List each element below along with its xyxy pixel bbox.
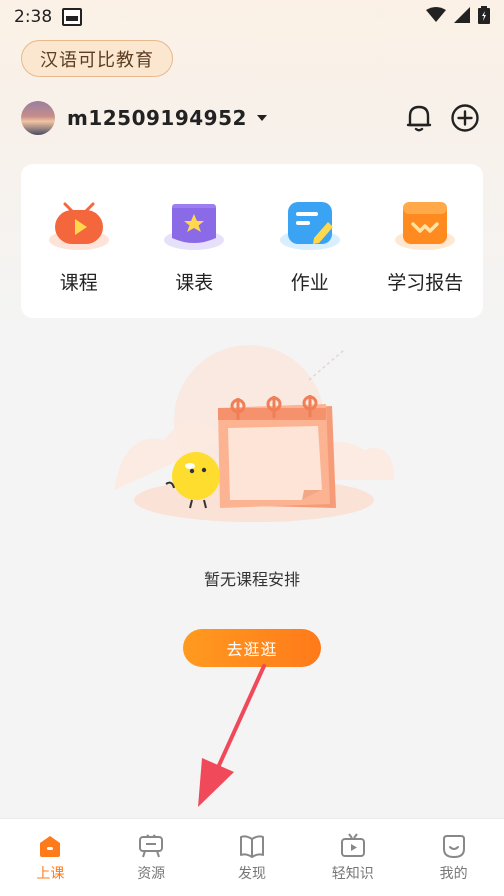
empty-state-text: 暂无课程安排 [203,570,300,589]
menu-item-report[interactable]: 学习报告 [375,194,475,318]
timetable-icon [164,204,225,250]
tab-mine[interactable]: 我的 [403,819,504,896]
notification-app-icon [62,8,83,26]
bell-icon[interactable] [405,103,433,133]
tab-label: 资源 [137,866,166,882]
tab-label: 我的 [439,866,468,882]
bottom-tab-bar: 上课 资源 发现 轻知识 我的 [0,818,504,896]
add-circle-icon[interactable] [450,103,480,133]
pointer-arrow-annotation [198,664,266,807]
menu-item-course[interactable]: 课程 [29,194,129,318]
menu-label: 课表 [175,272,214,294]
empty-calendar-illustration [114,345,394,522]
menu-item-timetable[interactable]: 课表 [144,194,244,318]
battery-icon [478,6,490,24]
quick-menu-card: 课程 课表 作业 学习报告 [21,164,483,318]
tab-discover[interactable]: 发现 [202,819,303,896]
tab-light-knowledge[interactable]: 轻知识 [302,819,403,896]
tab-label: 上课 [36,866,65,882]
book-icon [239,835,264,858]
menu-label: 学习报告 [387,272,464,294]
status-icons [426,6,490,24]
school-name-pill[interactable]: 汉语可比教育 [21,40,173,77]
wifi-icon [426,7,446,22]
signal-icon [454,7,470,23]
status-bar: 2:38 [0,0,504,34]
user-row: m12509194952 [21,100,483,136]
tv-icon [340,833,365,857]
report-icon [395,202,456,250]
tab-class[interactable]: 上课 [0,819,101,896]
home-icon [40,836,61,857]
profile-icon [442,835,465,859]
username[interactable]: m12509194952 [67,106,247,130]
menu-label: 作业 [290,272,329,294]
menu-label: 课程 [59,272,98,294]
avatar[interactable] [21,101,55,135]
tab-label: 轻知识 [331,866,374,882]
chevron-down-icon[interactable] [256,115,267,121]
resource-icon [139,834,164,858]
tab-resource[interactable]: 资源 [101,819,202,896]
course-icon [48,202,109,250]
status-time: 2:38 [14,7,53,27]
tab-label: 发现 [237,866,266,882]
menu-item-homework[interactable]: 作业 [260,194,360,318]
homework-icon [279,202,340,250]
